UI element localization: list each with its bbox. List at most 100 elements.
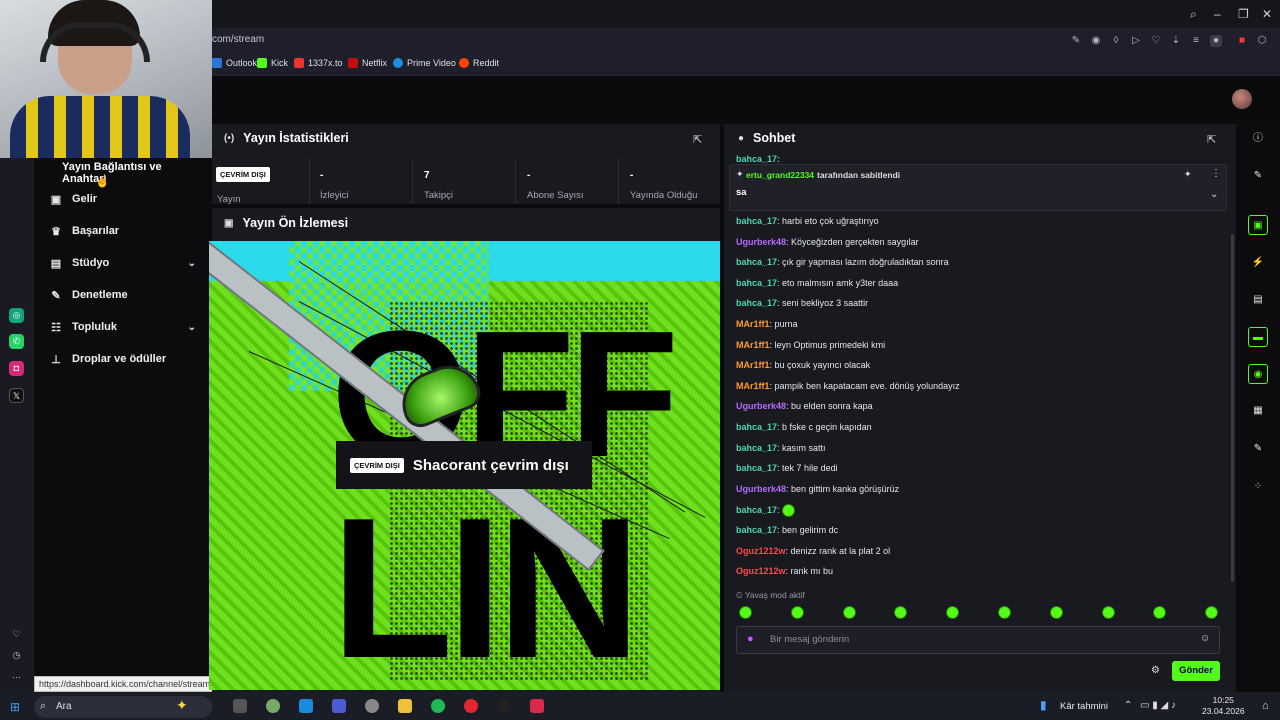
chat-scrollbar[interactable] <box>1231 234 1234 582</box>
pencil-icon[interactable]: ✎ <box>1248 166 1268 186</box>
chat-username[interactable]: bahca_17 <box>736 525 777 535</box>
task-view-icon[interactable] <box>233 699 247 713</box>
emote-icon[interactable] <box>739 606 752 619</box>
apps-icon[interactable]: ⁘ <box>1248 477 1268 497</box>
sidebar-item-studyo[interactable]: ▤ Stüdyo ⌄ <box>50 252 196 274</box>
chat-username[interactable]: Oguz1212w <box>736 546 786 556</box>
camera-icon[interactable]: ◉ <box>1090 35 1102 47</box>
pinned-by-user[interactable]: ertu_grand22334 <box>746 170 814 180</box>
weather-text[interactable]: Kâr tahmini <box>1060 701 1108 712</box>
chatgpt-icon[interactable]: ◎ <box>9 308 24 323</box>
whatsapp-icon[interactable]: ✆ <box>9 334 24 349</box>
bookmark-1337x[interactable]: 1337x.to <box>294 58 343 68</box>
chat-username[interactable]: MAr1ff1 <box>736 381 770 391</box>
chat-username[interactable]: bahca_17 <box>736 443 777 453</box>
bookmark-reddit[interactable]: Reddit <box>459 58 499 68</box>
play-icon[interactable]: ▷ <box>1130 35 1142 47</box>
teams-icon[interactable] <box>332 699 346 713</box>
chat-username[interactable]: MAr1ff1 <box>736 360 770 370</box>
drops-icon: ⊥ <box>51 353 61 366</box>
chevron-down-icon[interactable]: ⌄ <box>1210 189 1218 200</box>
emoji-icon[interactable]: ☺ <box>1200 633 1210 644</box>
edit-icon[interactable]: ✎ <box>1070 35 1082 47</box>
heart-icon[interactable]: ♡ <box>1150 35 1162 47</box>
unpin-icon[interactable]: ✦ <box>1184 169 1192 180</box>
chat-input-placeholder[interactable]: Bir mesaj gönderin <box>770 634 849 645</box>
minimize-icon[interactable]: – <box>1214 7 1221 21</box>
close-icon[interactable]: ✕ <box>1262 7 1272 21</box>
extension-icon[interactable]: ■ <box>1236 35 1248 47</box>
windows-start-icon[interactable]: ⊞ <box>10 700 20 714</box>
copilot-icon[interactable] <box>266 699 280 713</box>
chat-username[interactable]: MAr1ff1 <box>736 319 770 329</box>
explorer-icon[interactable] <box>398 699 412 713</box>
tray-icons[interactable]: ▭ ▮ ◢ ♪ <box>1140 700 1176 711</box>
sidebar-item-gelir[interactable]: ▣ Gelir <box>50 188 196 210</box>
chat-username[interactable]: bahca_17 <box>736 463 777 473</box>
chat-username[interactable]: bahca_17 <box>736 257 777 267</box>
send-button[interactable]: Gönder <box>1172 661 1220 681</box>
spotify-icon[interactable] <box>431 699 445 713</box>
taskbar-clock[interactable]: 10:25 23.04.2026 <box>1202 695 1245 717</box>
bookmark-netflix[interactable]: Netflix <box>348 58 387 68</box>
emote-icon[interactable] <box>1101 606 1115 619</box>
chat-username[interactable]: bahca_17 <box>736 298 777 308</box>
chat-message: Ugurberk48: ben gittim kanka görüşürüz <box>736 484 899 494</box>
search-icon[interactable]: ⌕ <box>1190 7 1197 22</box>
emote-icon[interactable] <box>842 606 856 619</box>
profile-icon[interactable]: ● <box>1210 35 1222 47</box>
chat-username[interactable]: bahca_17 <box>736 278 777 288</box>
info-icon[interactable]: ⓘ <box>1248 129 1268 149</box>
more-icon[interactable]: ⋯ <box>9 670 24 685</box>
opera-icon[interactable] <box>464 699 478 713</box>
bookmark-prime[interactable]: Prime Video <box>393 58 456 68</box>
shield-icon[interactable]: ◊ <box>1110 35 1122 47</box>
steam-icon[interactable] <box>497 699 511 713</box>
chat-username[interactable]: bahca_17 <box>736 422 777 432</box>
chat-username[interactable]: Oguz1212w <box>736 566 786 576</box>
chat-username[interactable]: bahca_17 <box>736 505 777 515</box>
chatgpt-icon[interactable] <box>365 699 379 713</box>
instagram-icon[interactable]: ◘ <box>9 361 24 376</box>
emote-icon[interactable] <box>998 606 1011 619</box>
chat-username[interactable]: MAr1ff1 <box>736 340 770 350</box>
tray-chevron-icon[interactable]: ⌃ <box>1124 700 1132 711</box>
outlook-icon <box>212 58 222 68</box>
bookmark-kick[interactable]: Kick <box>257 58 288 68</box>
chat-username[interactable]: Ugurberk48 <box>736 401 786 411</box>
emote-icon[interactable] <box>1049 606 1063 619</box>
sidebar-item-denetleme[interactable]: ✎ Denetleme <box>50 284 196 306</box>
sidebar-item-topluluk[interactable]: ☷ Topluluk ⌄ <box>50 316 196 338</box>
heart-icon[interactable]: ♡ <box>9 627 24 642</box>
printer-icon[interactable]: ▦ <box>1248 401 1268 421</box>
microphone-icon[interactable]: ● <box>747 633 754 645</box>
popout-icon[interactable]: ⇱ <box>1207 133 1216 146</box>
lightning-icon[interactable]: ⚡ <box>1248 253 1268 273</box>
download-icon[interactable]: ⇣ <box>1170 35 1182 47</box>
broadcast-icon[interactable]: ◉ <box>1248 364 1268 384</box>
popout-icon[interactable]: ⇱ <box>693 133 702 146</box>
menu-icon[interactable]: ≡ <box>1190 35 1202 47</box>
sidebar-item-droplar[interactable]: ⊥ Droplar ve ödüller <box>50 348 196 370</box>
box-icon[interactable]: ⬡ <box>1256 35 1268 47</box>
document-icon[interactable]: ▤ <box>1248 290 1268 310</box>
settings-gear-icon[interactable]: ⚙ <box>1151 665 1160 676</box>
sidebar-item-basarilar[interactable]: ♛ Başarılar <box>50 220 196 242</box>
emote-icon[interactable] <box>790 606 804 619</box>
wrench-icon[interactable]: ✎ <box>1248 439 1268 459</box>
chat-username[interactable]: Ugurberk48 <box>736 237 786 247</box>
restore-icon[interactable]: ❐ <box>1238 7 1249 21</box>
notification-bell-icon[interactable]: ⌂ <box>1262 700 1269 712</box>
bookmark-outlook[interactable]: Outlook <box>212 58 257 68</box>
url-text[interactable]: com/stream <box>212 34 264 45</box>
screen-icon[interactable]: ▣ <box>1248 215 1268 235</box>
avatar[interactable] <box>1232 89 1252 109</box>
history-icon[interactable]: ◷ <box>9 648 24 663</box>
kebab-menu-icon[interactable]: ⋮ <box>1211 168 1221 179</box>
chat-icon[interactable]: ▬ <box>1248 327 1268 347</box>
x-twitter-icon[interactable]: 𝕏 <box>9 388 24 403</box>
chat-username[interactable]: bahca_17 <box>736 216 777 226</box>
chat-username[interactable]: Ugurberk48 <box>736 484 786 494</box>
edge-icon[interactable] <box>299 699 313 713</box>
app-icon[interactable] <box>530 699 544 713</box>
